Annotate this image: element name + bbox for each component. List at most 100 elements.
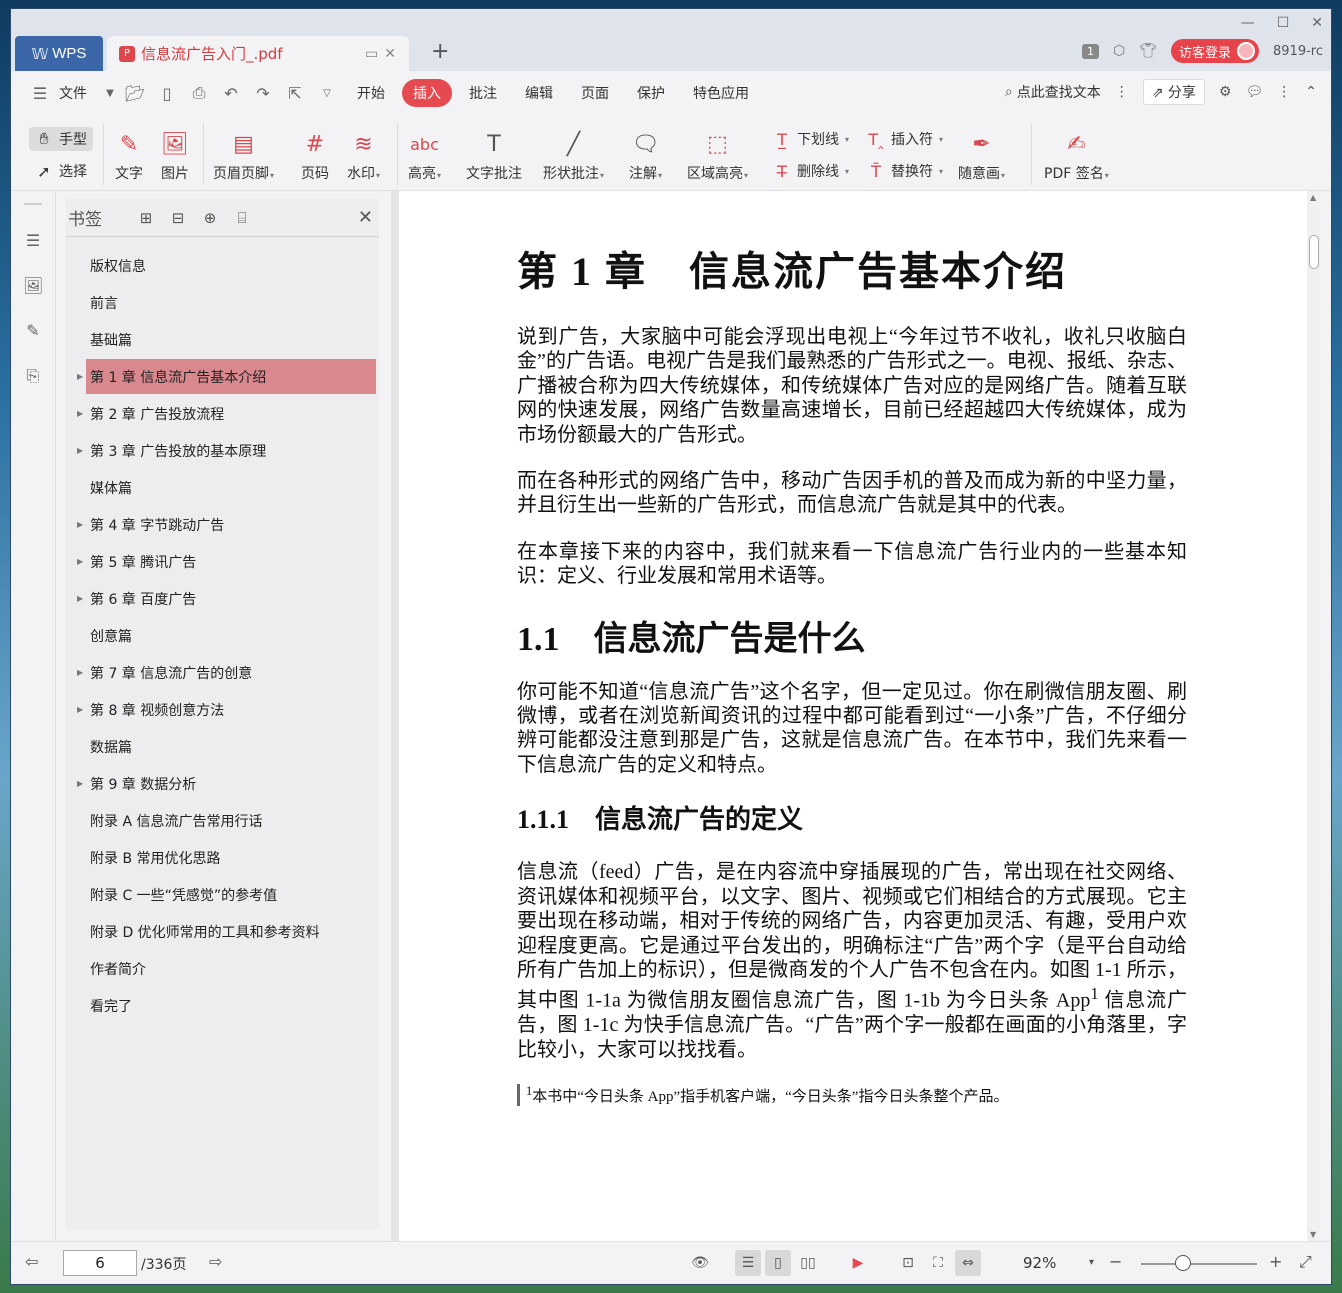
document-viewport[interactable]: 第 1 章 信息流广告基本介绍 说到广告，大家脑中可能会浮现出电视上“今年过节不…: [399, 191, 1321, 1241]
freehand-tool[interactable]: ✒ 随意画▾: [958, 127, 1005, 183]
maximize-icon[interactable]: ☐: [1277, 15, 1290, 31]
bookmark-item[interactable]: 作者简介: [66, 950, 379, 987]
redo-icon[interactable]: ↷: [250, 84, 276, 103]
fit-width-icon[interactable]: ⇔: [955, 1250, 981, 1276]
page-number-input[interactable]: 6: [63, 1250, 137, 1276]
chevron-down-icon[interactable]: ▼: [104, 88, 116, 99]
zoom-slider[interactable]: [1141, 1263, 1257, 1265]
close-tab-icon[interactable]: ✕: [384, 46, 396, 62]
expand-triangle-icon[interactable]: ▶: [77, 779, 83, 788]
wps-home-tab[interactable]: 𝕎 WPS: [15, 36, 103, 71]
bookmark-item[interactable]: 附录 A 信息流广告常用行话: [66, 802, 379, 839]
actual-size-icon[interactable]: ⊡: [895, 1250, 921, 1276]
scroll-down-icon[interactable]: ▼: [1310, 1230, 1316, 1239]
undo-icon[interactable]: ↶: [218, 84, 244, 103]
bookmark-item[interactable]: 创意篇: [66, 617, 379, 654]
bookmark-item[interactable]: 附录 C 一些“凭感觉”的参考值: [66, 876, 379, 913]
open-folder-icon[interactable]: 📂︎: [122, 84, 148, 103]
zoom-level[interactable]: 92%: [1023, 1254, 1056, 1272]
hand-tool[interactable]: ✋︎ 手型: [29, 127, 93, 151]
login-button[interactable]: 访客登录: [1171, 39, 1260, 63]
close-panel-icon[interactable]: ✕: [358, 207, 373, 228]
menu-protect[interactable]: 保护: [626, 79, 676, 107]
bookmark-item[interactable]: 前言: [66, 284, 379, 321]
text-note-tool[interactable]: T 文字批注: [466, 127, 522, 183]
close-window-icon[interactable]: ✕: [1311, 15, 1323, 31]
strikethrough-tool[interactable]: T̶ 删除线 ▾: [773, 161, 849, 181]
expand-triangle-icon[interactable]: ▶: [77, 446, 83, 455]
bookmark-item[interactable]: ▶ 第 3 章 广告投放的基本原理: [66, 432, 379, 469]
continuous-view-icon[interactable]: ☰: [735, 1250, 761, 1276]
area-highlight-tool[interactable]: ⬚ 区域高亮▾: [687, 127, 748, 183]
shape-note-tool[interactable]: ╱ 形状批注▾: [543, 127, 604, 183]
bookmark-list-icon[interactable]: ☰: [23, 231, 43, 251]
find-text-link[interactable]: 点此查找文本: [1017, 82, 1101, 102]
menu-comment[interactable]: 批注: [458, 79, 508, 107]
zoom-in-icon[interactable]: +: [1269, 1252, 1282, 1271]
bookmark-item[interactable]: 基础篇: [66, 321, 379, 358]
select-tool[interactable]: ➚ 选择: [35, 161, 87, 181]
bookmark-item[interactable]: ▶ 第 5 章 腾讯广告: [66, 543, 379, 580]
menu-file[interactable]: 文件: [59, 79, 98, 107]
insert-image-tool[interactable]: 🖼︎ 图片: [161, 127, 189, 183]
menu-page[interactable]: 页面: [570, 79, 620, 107]
bookmark-item[interactable]: ▶ 第 2 章 广告投放流程: [66, 395, 379, 432]
expand-triangle-icon[interactable]: ▶: [77, 594, 83, 603]
more-vertical-icon[interactable]: ⋮: [1115, 84, 1129, 100]
replace-mark-tool[interactable]: T̃ 替换符 ▾: [867, 161, 943, 181]
prev-page-icon[interactable]: ⇦: [25, 1252, 38, 1271]
menu-insert[interactable]: 插入: [402, 79, 452, 107]
new-tab-button[interactable]: +: [431, 39, 449, 64]
menu-edit[interactable]: 编辑: [514, 79, 564, 107]
hamburger-icon[interactable]: ☰: [27, 84, 53, 103]
next-page-icon[interactable]: ⇨: [209, 1252, 222, 1271]
zoom-out-icon[interactable]: −: [1109, 1252, 1122, 1271]
gear-icon[interactable]: ⚙: [1219, 84, 1232, 100]
rail-grip[interactable]: [24, 203, 42, 205]
menu-start[interactable]: 开始: [346, 79, 396, 107]
bookmark-item[interactable]: 附录 D 优化师常用的工具和参考资料: [66, 913, 379, 950]
eye-protection-icon[interactable]: 👁︎: [687, 1250, 713, 1276]
bookmark-item[interactable]: ▶ 第 4 章 字节跳动广告: [66, 506, 379, 543]
chat-icon[interactable]: 💬︎: [1245, 84, 1263, 100]
expand-triangle-icon[interactable]: ▶: [77, 520, 83, 529]
vertical-scrollbar[interactable]: ▲ ▼: [1307, 191, 1321, 1241]
insert-mark-tool[interactable]: T‸ 插入符 ▾: [867, 129, 943, 149]
bookmark-item[interactable]: ▶ 第 9 章 数据分析: [66, 765, 379, 802]
export-icon[interactable]: ⇱: [282, 84, 308, 103]
expand-triangle-icon[interactable]: ▶: [77, 705, 83, 714]
bookmark-item[interactable]: 附录 B 常用优化思路: [66, 839, 379, 876]
bookmark-item[interactable]: 看完了: [66, 987, 379, 1024]
pdf-sign-tool[interactable]: ✍ PDF 签名▾: [1044, 127, 1109, 183]
share-button[interactable]: ⇗ 分享: [1142, 79, 1205, 105]
minimize-icon[interactable]: —: [1241, 15, 1255, 31]
expand-all-icon[interactable]: ⊞: [130, 209, 162, 227]
bookmark-options-icon[interactable]: ⌸: [226, 209, 258, 227]
more-menu-icon[interactable]: ⋮: [1277, 84, 1291, 100]
two-page-icon[interactable]: ▯▯: [795, 1250, 821, 1276]
fullscreen-icon[interactable]: ⤢: [1299, 1252, 1312, 1272]
panel-splitter[interactable]: [391, 191, 399, 1241]
bookmark-item[interactable]: 媒体篇: [66, 469, 379, 506]
thumbnail-icon[interactable]: 🖼︎: [23, 276, 43, 296]
watermark-tool[interactable]: ≋ 水印▾: [347, 127, 380, 183]
underline-tool[interactable]: T̲ 下划线 ▾: [773, 129, 849, 149]
page-number-tool[interactable]: # 页码: [301, 127, 329, 183]
insert-text-tool[interactable]: ✎ 文字: [115, 127, 143, 183]
bookmark-item[interactable]: ▶ 第 6 章 百度广告: [66, 580, 379, 617]
attachment-icon[interactable]: ⎘: [23, 366, 43, 386]
add-bookmark-icon[interactable]: ⊕: [194, 209, 226, 227]
shirt-icon[interactable]: 👕︎: [1139, 43, 1157, 59]
fit-page-icon[interactable]: ⛶: [925, 1250, 951, 1276]
collapse-all-icon[interactable]: ⊟: [162, 209, 194, 227]
annotation-tool[interactable]: 🗨︎ 注解▾: [629, 127, 662, 183]
window-count-badge[interactable]: 1: [1081, 43, 1099, 59]
zoom-dropdown-icon[interactable]: ▾: [1089, 1257, 1094, 1268]
save-icon[interactable]: ▯: [154, 84, 180, 103]
bookmark-item[interactable]: 版权信息: [66, 247, 379, 284]
bookmark-item[interactable]: ▶ 第 7 章 信息流广告的创意: [66, 654, 379, 691]
bookmark-item[interactable]: 数据篇: [66, 728, 379, 765]
annotation-panel-icon[interactable]: ✎: [23, 321, 43, 341]
expand-triangle-icon[interactable]: ▶: [77, 409, 83, 418]
search-icon[interactable]: ⌕: [1005, 84, 1013, 100]
